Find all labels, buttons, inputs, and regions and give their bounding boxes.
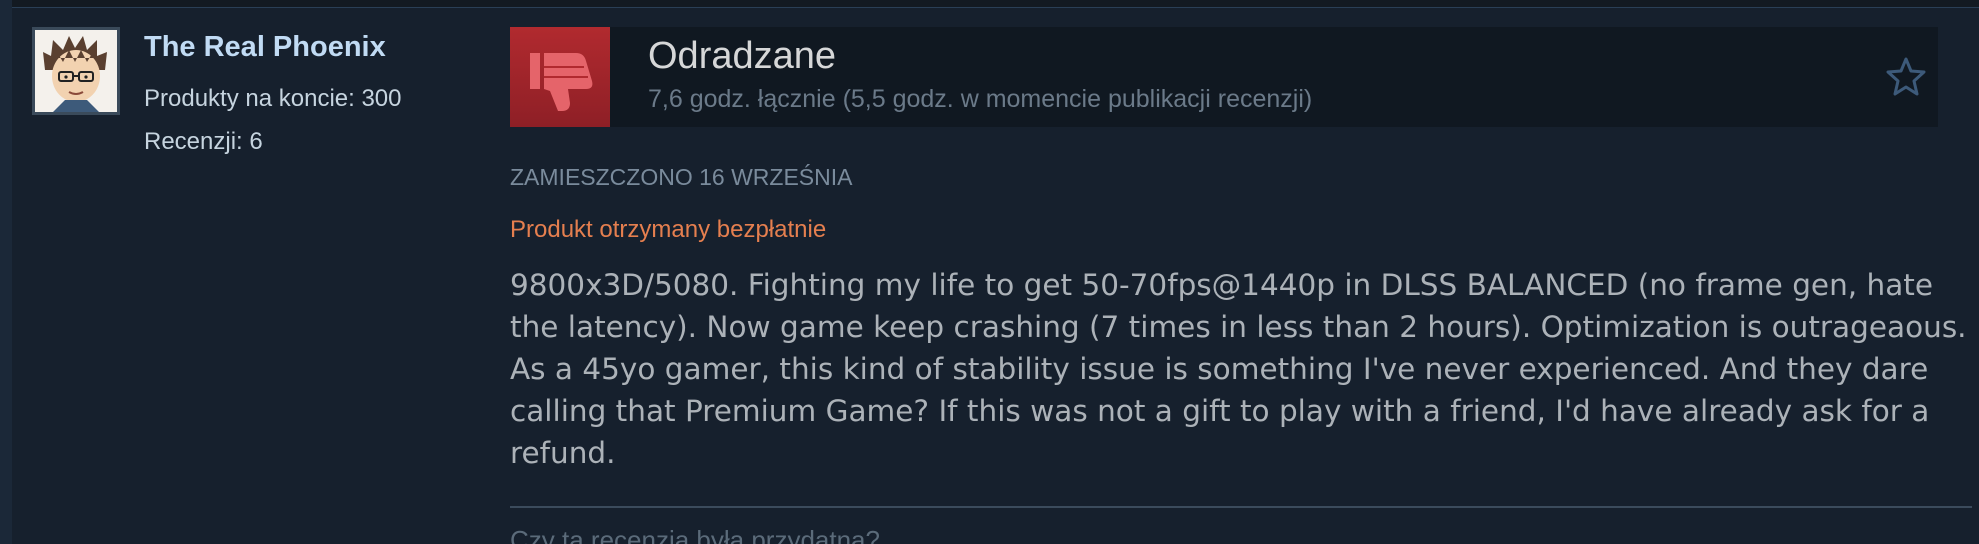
review-card: The Real Phoenix Produkty na koncie: 300…	[0, 0, 1979, 544]
author-products-count[interactable]: Produkty na koncie: 300	[144, 85, 402, 113]
top-divider	[12, 0, 1979, 8]
gift-note: Produkt otrzymany bezpłatnie	[510, 216, 827, 243]
helpful-prompt: Czy ta recenzja była przydatna?	[510, 525, 880, 544]
author-reviews-count[interactable]: Recenzji: 6	[144, 128, 263, 156]
thumbs-down-icon	[530, 53, 593, 111]
author-name-link[interactable]: The Real Phoenix	[144, 31, 386, 64]
verdict-title: Odradzane	[648, 35, 837, 77]
star-outline-icon	[1886, 57, 1926, 96]
cartoon-avatar-icon	[35, 30, 117, 112]
posted-date: Zamieszczono 16 września	[510, 164, 853, 190]
review-body: 9800x3D/5080. Fighting my life to get 50…	[510, 268, 1967, 470]
review-divider	[510, 506, 1972, 508]
review-verdict-header[interactable]: Odradzane 7,6 godz. łącznie (5,5 godz. w…	[510, 27, 1938, 127]
verdict-thumb	[510, 27, 610, 127]
playtime-hours: 7,6 godz. łącznie (5,5 godz. w momencie …	[648, 85, 1313, 113]
author-avatar[interactable]	[32, 27, 120, 115]
award-button[interactable]	[1884, 55, 1928, 99]
